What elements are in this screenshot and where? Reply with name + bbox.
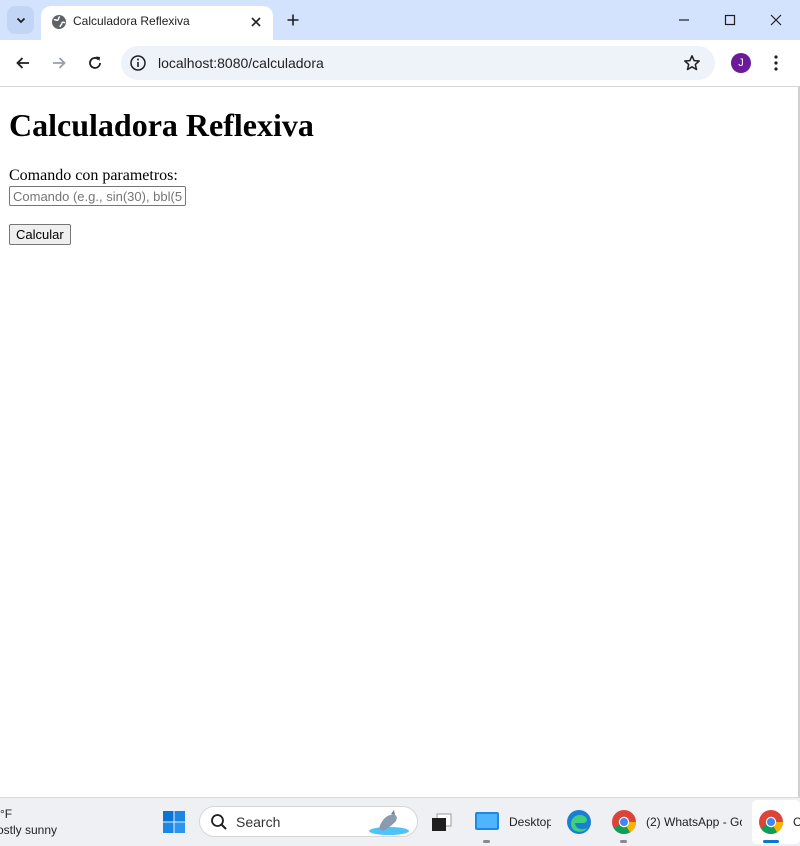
tab-search-button[interactable]: [7, 6, 34, 34]
calculate-button[interactable]: Calcular: [9, 224, 71, 245]
browser-title-bar: Calculadora Reflexiva: [0, 0, 800, 40]
url-text[interactable]: localhost:8080/calculadora: [158, 55, 324, 71]
minimize-button[interactable]: [661, 0, 707, 40]
dolphin-illustration-icon: [369, 810, 409, 835]
weather-description[interactable]: ostly sunny: [0, 823, 57, 837]
more-vertical-icon: [774, 55, 778, 71]
reload-button[interactable]: [81, 49, 109, 77]
tab-title: Calculadora Reflexiva: [73, 14, 190, 28]
arrow-right-icon: [53, 57, 66, 69]
taskbar-app-chrome-whatsapp[interactable]: (2) WhatsApp - Goo: [611, 806, 742, 843]
profile-avatar[interactable]: J: [731, 53, 751, 73]
search-icon: [211, 814, 227, 830]
browser-menu-button[interactable]: [766, 53, 786, 73]
browser-tab[interactable]: Calculadora Reflexiva: [41, 6, 273, 40]
taskbar-app-label: Desktop: [509, 815, 551, 829]
taskbar-search[interactable]: Search: [199, 806, 418, 837]
forward-button[interactable]: [45, 49, 73, 77]
active-indicator: [763, 840, 779, 843]
chrome-browser-icon: [759, 810, 783, 835]
windows-taskbar: °F ostly sunny Search Desktop (2) WhatsA…: [0, 797, 800, 846]
window-close-button[interactable]: [753, 0, 799, 40]
info-icon[interactable]: [129, 54, 147, 72]
chrome-browser-icon: [612, 810, 636, 835]
desktop-app-icon: [475, 812, 499, 830]
close-icon: [251, 17, 261, 27]
edge-browser-icon: [567, 810, 591, 834]
search-label: Search: [236, 814, 281, 830]
page-title: Calculadora Reflexiva: [9, 107, 314, 143]
running-indicator: [620, 840, 627, 843]
windows-start-icon[interactable]: [162, 810, 186, 834]
browser-toolbar: localhost:8080/calculadora J: [0, 40, 800, 87]
arrow-left-icon: [16, 57, 29, 69]
address-bar[interactable]: localhost:8080/calculadora: [121, 46, 715, 80]
close-icon: [770, 14, 782, 26]
task-view-icon: [432, 813, 452, 831]
reload-icon: [89, 56, 101, 69]
chevron-down-icon: [16, 17, 25, 24]
weather-temperature[interactable]: °F: [0, 807, 12, 821]
taskbar-app-edge[interactable]: [566, 806, 592, 838]
taskbar-app-desktop[interactable]: Desktop: [474, 806, 551, 843]
new-tab-button[interactable]: [282, 9, 304, 31]
running-indicator: [483, 840, 490, 843]
plus-icon: [287, 14, 299, 26]
taskbar-app-label: Ca: [793, 815, 800, 829]
tab-close-button[interactable]: [247, 13, 265, 31]
command-label: Comando con parametros:: [9, 167, 178, 184]
maximize-button[interactable]: [707, 0, 753, 40]
taskbar-app-chrome-calculadora[interactable]: Ca: [758, 806, 800, 843]
star-icon[interactable]: [683, 54, 701, 72]
minimize-icon: [679, 19, 689, 21]
maximize-icon: [724, 14, 736, 26]
task-view-app[interactable]: [431, 806, 453, 838]
command-input[interactable]: [9, 186, 186, 206]
globe-icon: [52, 15, 66, 29]
back-button[interactable]: [9, 49, 37, 77]
taskbar-app-label: (2) WhatsApp - Goo: [646, 815, 742, 829]
page-viewport: Calculadora Reflexiva Comando con parame…: [0, 87, 800, 797]
